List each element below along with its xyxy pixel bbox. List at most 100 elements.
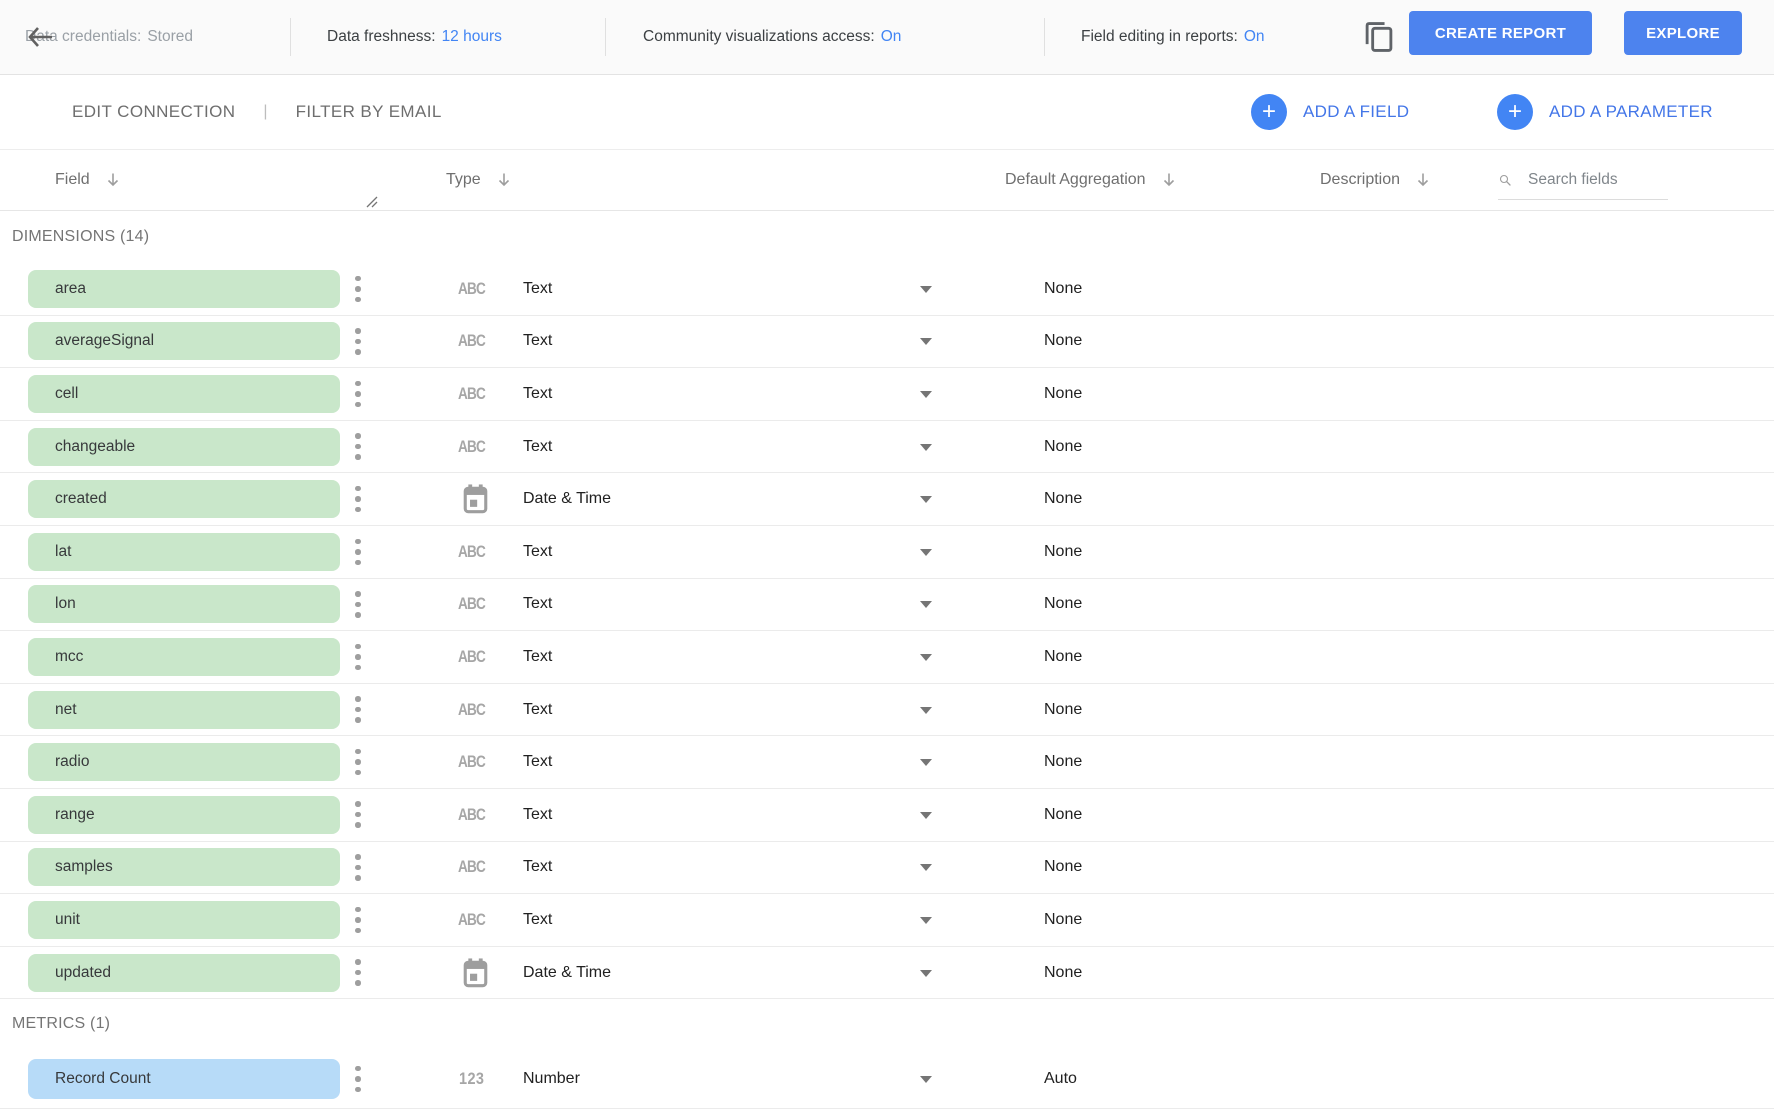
default-aggregation-value[interactable]: None — [1044, 543, 1082, 561]
field-options-kebab-icon[interactable] — [351, 326, 365, 356]
field-name-pill[interactable]: lon — [28, 585, 340, 623]
field-name-pill[interactable]: updated — [28, 954, 340, 992]
data-freshness-value[interactable]: 12 hours — [442, 28, 502, 46]
type-dropdown-arrow-icon[interactable] — [920, 812, 932, 819]
field-name-pill[interactable]: samples — [28, 848, 340, 886]
field-options-kebab-icon[interactable] — [351, 589, 365, 619]
add-a-field-button[interactable]: + ADD A FIELD — [1251, 75, 1409, 149]
field-name-pill[interactable]: averageSignal — [28, 322, 340, 360]
field-type-label[interactable]: Date & Time — [523, 964, 611, 982]
type-dropdown-arrow-icon[interactable] — [920, 654, 932, 661]
field-name-pill[interactable]: created — [28, 480, 340, 518]
field-options-kebab-icon[interactable] — [351, 905, 365, 935]
field-name-pill[interactable]: range — [28, 796, 340, 834]
type-dropdown-arrow-icon[interactable] — [920, 496, 932, 503]
default-aggregation-value[interactable]: Auto — [1044, 1070, 1077, 1088]
field-type-label[interactable]: Text — [523, 595, 552, 613]
field-options-kebab-icon[interactable] — [351, 642, 365, 672]
search-fields-input[interactable] — [1528, 171, 1668, 189]
field-type-label[interactable]: Text — [523, 543, 552, 561]
type-dropdown-arrow-icon[interactable] — [920, 549, 932, 556]
sort-down-icon[interactable] — [495, 171, 513, 189]
type-dropdown-arrow-icon[interactable] — [920, 970, 932, 977]
field-type-label[interactable]: Text — [523, 858, 552, 876]
column-resize-handle[interactable] — [364, 194, 378, 208]
default-aggregation-value[interactable]: None — [1044, 332, 1082, 350]
default-aggregation-value[interactable]: None — [1044, 490, 1082, 508]
column-header-default-aggregation[interactable]: Default Aggregation — [1005, 150, 1178, 210]
type-dropdown-arrow-icon[interactable] — [920, 1076, 932, 1083]
create-report-button[interactable]: CREATE REPORT — [1409, 11, 1592, 55]
default-aggregation-value[interactable]: None — [1044, 806, 1082, 824]
default-aggregation-value[interactable]: None — [1044, 964, 1082, 982]
field-options-kebab-icon[interactable] — [351, 537, 365, 567]
column-header-type[interactable]: Type — [446, 150, 513, 210]
field-name-pill[interactable]: unit — [28, 901, 340, 939]
search-icon — [1498, 166, 1512, 194]
type-dropdown-arrow-icon[interactable] — [920, 444, 932, 451]
default-aggregation-value[interactable]: None — [1044, 648, 1082, 666]
column-header-description[interactable]: Description — [1320, 150, 1432, 210]
type-dropdown-arrow-icon[interactable] — [920, 286, 932, 293]
back-button[interactable] — [24, 24, 56, 52]
sort-down-icon[interactable] — [1160, 171, 1178, 189]
type-dropdown-arrow-icon[interactable] — [920, 917, 932, 924]
field-name-pill[interactable]: net — [28, 691, 340, 729]
default-aggregation-value[interactable]: None — [1044, 753, 1082, 771]
default-aggregation-value[interactable]: None — [1044, 280, 1082, 298]
field-name-pill[interactable]: radio — [28, 743, 340, 781]
field-options-kebab-icon[interactable] — [351, 958, 365, 988]
field-type-label[interactable]: Text — [523, 280, 552, 298]
column-header-field[interactable]: Field — [55, 150, 122, 210]
data-freshness-control[interactable]: Data freshness: 12 hours — [327, 0, 502, 74]
community-visualizations-value[interactable]: On — [881, 28, 902, 46]
filter-by-email-link[interactable]: FILTER BY EMAIL — [296, 102, 442, 122]
default-aggregation-value[interactable]: None — [1044, 858, 1082, 876]
copy-datasource-button[interactable] — [1358, 16, 1400, 58]
default-aggregation-value[interactable]: None — [1044, 385, 1082, 403]
field-name-pill[interactable]: changeable — [28, 428, 340, 466]
field-options-kebab-icon[interactable] — [351, 1064, 365, 1094]
field-editing-value[interactable]: On — [1244, 28, 1265, 46]
explore-button[interactable]: EXPLORE — [1624, 11, 1742, 55]
field-name-pill[interactable]: lat — [28, 533, 340, 571]
type-dropdown-arrow-icon[interactable] — [920, 707, 932, 714]
type-dropdown-arrow-icon[interactable] — [920, 864, 932, 871]
field-type-label[interactable]: Text — [523, 701, 552, 719]
field-name-pill[interactable]: cell — [28, 375, 340, 413]
add-a-parameter-button[interactable]: + ADD A PARAMETER — [1497, 75, 1713, 149]
default-aggregation-value[interactable]: None — [1044, 595, 1082, 613]
field-type-label[interactable]: Date & Time — [523, 490, 611, 508]
field-type-label[interactable]: Text — [523, 438, 552, 456]
field-options-kebab-icon[interactable] — [351, 484, 365, 514]
default-aggregation-value[interactable]: None — [1044, 911, 1082, 929]
field-type-label[interactable]: Text — [523, 332, 552, 350]
field-options-kebab-icon[interactable] — [351, 695, 365, 725]
community-visualizations-control[interactable]: Community visualizations access: On — [643, 0, 901, 74]
field-name-pill[interactable]: Record Count — [28, 1059, 340, 1099]
field-options-kebab-icon[interactable] — [351, 274, 365, 304]
field-options-kebab-icon[interactable] — [351, 432, 365, 462]
type-dropdown-arrow-icon[interactable] — [920, 338, 932, 345]
type-dropdown-arrow-icon[interactable] — [920, 601, 932, 608]
field-type-label[interactable]: Text — [523, 385, 552, 403]
default-aggregation-value[interactable]: None — [1044, 701, 1082, 719]
field-type-label[interactable]: Text — [523, 648, 552, 666]
field-type-label[interactable]: Text — [523, 753, 552, 771]
sort-down-icon[interactable] — [1414, 171, 1432, 189]
field-options-kebab-icon[interactable] — [351, 852, 365, 882]
type-dropdown-arrow-icon[interactable] — [920, 391, 932, 398]
sort-down-icon[interactable] — [104, 171, 122, 189]
field-name-pill[interactable]: area — [28, 270, 340, 308]
field-options-kebab-icon[interactable] — [351, 379, 365, 409]
field-name-pill[interactable]: mcc — [28, 638, 340, 676]
field-editing-control[interactable]: Field editing in reports: On — [1081, 0, 1265, 74]
field-options-kebab-icon[interactable] — [351, 747, 365, 777]
field-type-label[interactable]: Text — [523, 806, 552, 824]
edit-connection-link[interactable]: EDIT CONNECTION — [72, 102, 235, 122]
field-options-kebab-icon[interactable] — [351, 800, 365, 830]
field-type-label[interactable]: Number — [523, 1070, 580, 1088]
type-dropdown-arrow-icon[interactable] — [920, 759, 932, 766]
default-aggregation-value[interactable]: None — [1044, 438, 1082, 456]
field-type-label[interactable]: Text — [523, 911, 552, 929]
